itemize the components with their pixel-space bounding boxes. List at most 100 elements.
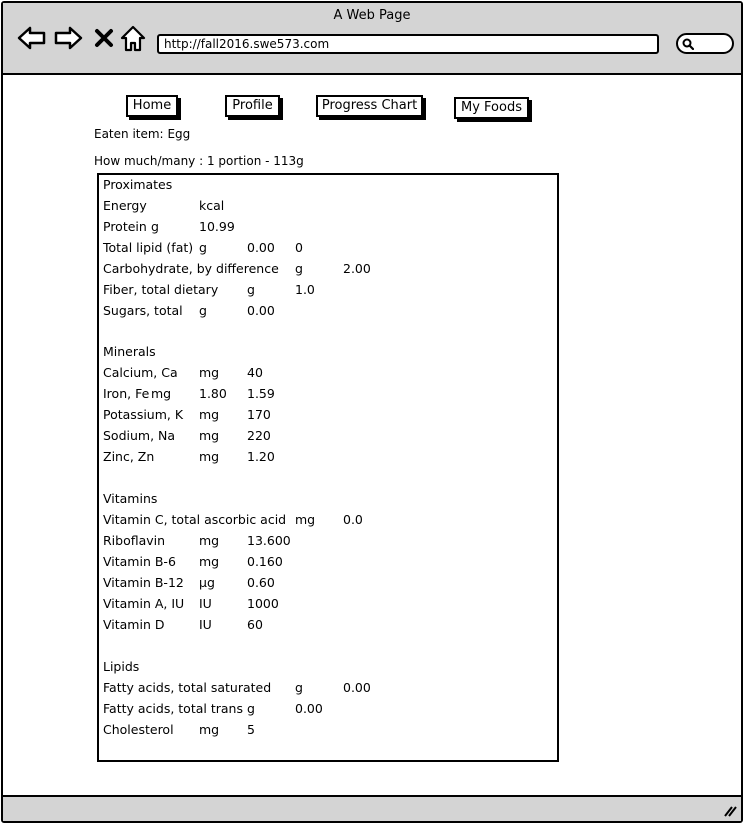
nutrient-value: 60 — [247, 617, 263, 632]
nutrient-unit: mg — [199, 407, 220, 422]
nutrient-row: Riboflavin mg 13.600 — [103, 533, 543, 551]
nutrient-name: Vitamin B-12 — [103, 575, 184, 590]
nutrient-unit: IU — [199, 617, 212, 632]
nutrient-value: 1000 — [247, 596, 279, 611]
nutrient-row: Potassium, K mg 170 — [103, 407, 543, 425]
portion-label: How much/many : 1 portion - 113g — [94, 154, 304, 168]
nutrient-row: Sugars, total g 0.00 — [103, 303, 543, 321]
nutrient-unit: IU — [199, 596, 212, 611]
nutrient-value: 1.20 — [247, 449, 275, 464]
nutrient-row: Vitamin A, IU IU 1000 — [103, 596, 543, 614]
nutrient-value: 170 — [247, 407, 271, 422]
nutrient-unit: mg — [199, 449, 220, 464]
nutrient-name: Vitamin B-6 — [103, 554, 176, 569]
nutrient-row: Calcium, Ca mg 40 — [103, 365, 543, 383]
nutrient-value: 220 — [247, 428, 271, 443]
section-heading-proximates: Proximates — [103, 177, 173, 192]
eaten-item-label: Eaten item: Egg — [94, 127, 190, 141]
nutrient-row: Fatty acids, total trans g 0.00 — [103, 701, 543, 719]
nutrient-unit: g — [247, 282, 255, 297]
nutrient-name: Protein — [103, 219, 147, 234]
nutrient-unit: µg — [199, 575, 215, 590]
nav-my-foods-button[interactable]: My Foods — [454, 97, 529, 119]
nutrient-row: Zinc, Zn mg 1.20 — [103, 449, 543, 467]
nutrient-name: Vitamin D — [103, 617, 165, 632]
nav-home-button[interactable]: Home — [126, 95, 178, 117]
nutrient-unit: g — [199, 240, 207, 255]
nutrient-value: 5 — [247, 722, 255, 737]
nutrient-row: Total lipid (fat) g 0.00 0 — [103, 240, 543, 258]
nutrient-row: Vitamin C, total ascorbic acid mg 0.0 — [103, 512, 543, 530]
nutrient-value: 0.00 — [343, 680, 371, 695]
section-heading-minerals: Minerals — [103, 344, 156, 359]
nutrient-unit: mg — [295, 512, 316, 527]
forward-arrow-icon[interactable] — [53, 25, 83, 51]
nutrient-row: Vitamin B-12 µg 0.60 — [103, 575, 543, 593]
nutrient-unit: g — [247, 701, 255, 716]
nutrient-value: 0.60 — [247, 575, 275, 590]
resize-grip-icon[interactable] — [723, 805, 737, 817]
nav-profile-button[interactable]: Profile — [225, 95, 280, 117]
nutrient-value: 0.00 — [295, 701, 323, 716]
nav-progress-chart-button[interactable]: Progress Chart — [316, 95, 423, 117]
nutrient-name: Vitamin C, total ascorbic acid — [103, 512, 287, 527]
browser-window: A Web Page http://fall2016.swe573.com Ho… — [1, 1, 743, 823]
status-bar — [3, 795, 741, 821]
nutrient-row: Iron, Fe mg 1.80 1.59 — [103, 386, 543, 404]
nutrient-name: Fatty acids, total saturated — [103, 680, 272, 695]
eaten-item-caption: Eaten item: — [94, 127, 164, 141]
nutrient-unit: mg — [199, 428, 220, 443]
nutrient-value: 2.00 — [343, 261, 371, 276]
nutrient-unit: kcal — [199, 198, 225, 213]
nutrient-row: Protein g 10.99 — [103, 219, 543, 237]
nutrient-unit: mg — [199, 554, 220, 569]
nutrient-name: Vitamin A, IU — [103, 596, 185, 611]
nutrient-name: Riboflavin — [103, 533, 166, 548]
section-heading-lipids: Lipids — [103, 659, 140, 674]
nutrient-unit: mg — [151, 386, 172, 401]
nutrient-value: 0.00 — [247, 303, 275, 318]
eaten-item-value: Egg — [167, 127, 191, 141]
nutrient-value: 1.0 — [295, 282, 315, 297]
nutrient-name: Fatty acids, total trans — [103, 701, 243, 716]
nutrient-value-alt: 1.59 — [247, 386, 275, 401]
nutrient-name: Sodium, Na — [103, 428, 176, 443]
search-input[interactable] — [676, 33, 734, 54]
nutrient-row: Vitamin B-6 mg 0.160 — [103, 554, 543, 572]
nutrient-value: 40 — [247, 365, 263, 380]
nutrient-unit: g — [295, 680, 303, 695]
portion-caption: How much/many : — [94, 154, 204, 168]
nutrient-value: 0.00 — [247, 240, 275, 255]
section-heading-vitamins: Vitamins — [103, 491, 158, 506]
nutrient-row: Energy kcal — [103, 198, 543, 216]
nutrient-name: Zinc, Zn — [103, 449, 155, 464]
nutrient-unit: mg — [199, 365, 220, 380]
nutrient-value: 0.0 — [343, 512, 363, 527]
nutrient-name: Fiber, total dietary — [103, 282, 219, 297]
nutrient-name: Carbohydrate, by difference — [103, 261, 279, 276]
nutrient-row: Fatty acids, total saturated g 0.00 — [103, 680, 543, 698]
nutrient-unit: mg — [199, 533, 220, 548]
nutrient-value-alt: 0 — [295, 240, 303, 255]
nutrient-unit: mg — [199, 722, 220, 737]
search-icon — [682, 38, 694, 50]
url-input[interactable]: http://fall2016.swe573.com — [157, 34, 659, 54]
nutrient-unit: g — [295, 261, 303, 276]
nutrient-name: Iron, Fe — [103, 386, 150, 401]
nutrient-name: Total lipid (fat) — [103, 240, 194, 255]
nutrient-name: Potassium, K — [103, 407, 184, 422]
nutrient-row: Vitamin D IU 60 — [103, 617, 543, 635]
nutrient-name: Calcium, Ca — [103, 365, 178, 380]
nutrient-name: Cholesterol — [103, 722, 174, 737]
back-arrow-icon[interactable] — [17, 25, 47, 51]
close-x-icon[interactable] — [94, 28, 114, 48]
nutrient-value: 10.99 — [199, 219, 235, 234]
nutrient-value: 13.600 — [247, 533, 291, 548]
home-icon[interactable] — [120, 25, 146, 53]
nutrient-value: 1.80 — [199, 386, 227, 401]
nutrient-name: Sugars, total — [103, 303, 183, 318]
browser-toolbar: A Web Page http://fall2016.swe573.com — [3, 3, 741, 75]
portion-value: 1 portion - 113g — [206, 154, 304, 168]
nutrient-value: 0.160 — [247, 554, 283, 569]
nutrient-row: Carbohydrate, by difference g 2.00 — [103, 261, 543, 279]
